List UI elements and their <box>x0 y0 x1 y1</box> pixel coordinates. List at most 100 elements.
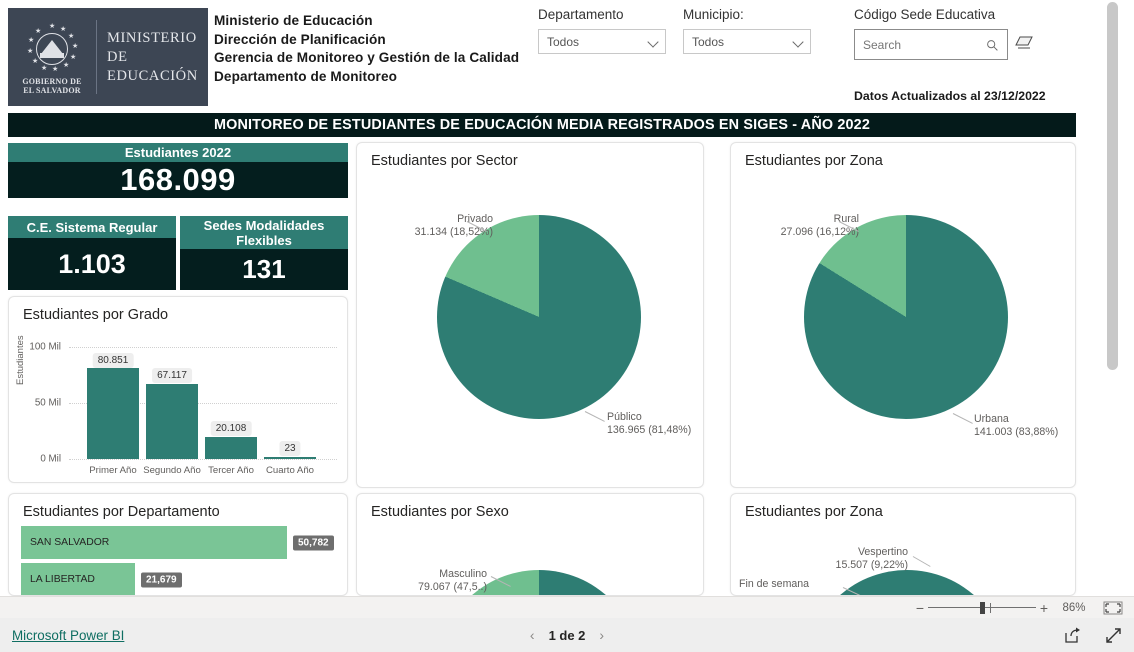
zona2-callout-vespertino-label: Vespertino <box>857 546 908 558</box>
visual-title-zona: Estudiantes por Zona <box>745 153 883 169</box>
slicer-municipio-dropdown[interactable]: Todos <box>683 29 811 54</box>
slicer-departamento-label: Departamento <box>538 7 624 22</box>
zona-callout-urbana-label: Urbana <box>974 413 1009 425</box>
grado-y-tick-0mil: 0 Mil <box>40 453 61 465</box>
visual-title-grado: Estudiantes por Grado <box>23 307 169 323</box>
grado-data-label-cuarto-ano: 23 <box>279 441 301 456</box>
zona-pie[interactable] <box>804 215 1008 419</box>
crest-inner <box>36 32 68 65</box>
sexo-callout-masculino-value: 79.067 (47,5..) <box>418 581 487 593</box>
canvas-vertical-scrollbar[interactable] <box>1107 2 1118 594</box>
kpi-value-ce-sistema-regular: 1.103 <box>58 248 126 279</box>
kpi-card-estudiantes-2022: Estudiantes 2022 168.099 <box>8 143 348 198</box>
departamento-bar-la-libertad[interactable]: LA LIBERTAD <box>21 563 135 595</box>
grado-bar-tercer-ano[interactable] <box>205 436 257 459</box>
sexo-callout-masculino: Masculino 79.067 (47,5..) <box>391 568 487 594</box>
visual-estudiantes-por-departamento[interactable]: Estudiantes por Departamento SAN SALVADO… <box>8 493 348 596</box>
report-title-text: MONITOREO DE ESTUDIANTES DE EDUCACIÓN ME… <box>214 117 870 133</box>
grado-bar-cuarto-ano[interactable] <box>264 457 316 459</box>
clear-filter-eraser-button[interactable] <box>1014 34 1034 52</box>
grado-bar-segundo-ano[interactable] <box>146 383 198 459</box>
zona2-leader-line <box>912 556 931 567</box>
header-title-line-3: Gerencia de Monitoreo y Gestión de la Ca… <box>214 50 520 66</box>
ministry-logo: ★ ★ ★ ★ ★ ★ ★ ★ ★ ★ ★ ★ GOBIERNO DE EL S… <box>8 8 208 106</box>
visual-estudiantes-por-sector[interactable]: Estudiantes por Sector Privado 31.134 (1… <box>356 142 704 488</box>
grado-plot-area: Estudiantes 100 Mil 50 Mil 0 Mil 80.851 … <box>9 323 347 482</box>
report-footer: Microsoft Power BI ‹ 1 de 2 › <box>0 618 1134 652</box>
share-icon <box>1065 627 1080 643</box>
sector-leader-line <box>584 411 605 422</box>
slicer-departamento-value: Todos <box>547 34 580 49</box>
logo-ministry-text: MINISTERIO DE EDUCACIÓN <box>97 29 208 86</box>
slicer-codigo-sede: Código Sede Educativa Search <box>854 7 1008 60</box>
grado-x-tick-tercer-ano: Tercer Año <box>208 465 254 476</box>
sector-pie[interactable] <box>437 215 641 419</box>
kpi-card-sedes-modalidades-flexibles: Sedes Modalidades Flexibles 131 <box>180 216 348 290</box>
departamento-bar-san-salvador[interactable]: SAN SALVADOR <box>21 526 287 559</box>
departamento-cat-san-salvador: SAN SALVADOR <box>30 537 110 548</box>
grado-gridline <box>69 459 337 460</box>
codigo-sede-search-input[interactable]: Search <box>854 29 1008 60</box>
visual-title-zona2: Estudiantes por Zona <box>745 504 883 520</box>
header-title-line-4: Departamento de Monitoreo <box>214 68 398 84</box>
grado-x-tick-primer-ano: Primer Año <box>89 465 137 476</box>
grado-y-tick-50mil: 50 Mil <box>34 397 61 409</box>
departamento-row-san-salvador[interactable]: SAN SALVADOR 50,782 <box>21 526 337 559</box>
visual-estudiantes-por-sexo[interactable]: Estudiantes por Sexo Masculino 79.067 (4… <box>356 493 704 596</box>
kpi-title-sedes-modalidades-flexibles: Sedes Modalidades Flexibles <box>180 216 348 249</box>
sector-callout-publico: Público 136.965 (81,48%) <box>607 411 691 437</box>
zona-callout-rural-value: 27.096 (16,12%) <box>780 226 859 238</box>
page-indicator-label: 1 de 2 <box>548 627 586 643</box>
zoom-out-button[interactable]: − <box>912 601 928 615</box>
visual-title-departamento: Estudiantes por Departamento <box>23 504 220 520</box>
zona2-callout-fin-de-semana-label: Fin de semana <box>739 578 810 590</box>
logo-gov-line-1: GOBIERNO DE <box>22 76 82 86</box>
grado-y-tick-100mil: 100 Mil <box>29 341 61 353</box>
grado-data-label-primer-ano: 80.851 <box>92 353 134 368</box>
zoom-slider-tick <box>990 602 991 613</box>
zona2-pie[interactable] <box>805 570 1009 595</box>
fit-to-page-icon <box>1103 601 1123 614</box>
logo-gov-line-2: EL SALVADOR <box>23 85 81 95</box>
zoom-in-button[interactable]: + <box>1036 601 1052 615</box>
crest-circle: ★ ★ ★ ★ ★ ★ ★ ★ ★ ★ ★ ★ <box>27 22 79 73</box>
grado-bar-primer-ano[interactable] <box>87 368 139 459</box>
page-navigation: ‹ 1 de 2 › <box>0 627 1134 643</box>
fullscreen-button[interactable] <box>1105 627 1122 644</box>
zona2-callout-fin-de-semana: Fin de semana <box>739 578 809 591</box>
slicer-municipio-value: Todos <box>692 34 725 49</box>
slicer-departamento-dropdown[interactable]: Todos <box>538 29 666 54</box>
header-title-block: Ministerio de Educación Dirección de Pla… <box>214 12 519 86</box>
zoom-slider-thumb[interactable] <box>980 601 985 614</box>
eraser-icon <box>1015 36 1033 49</box>
canvas-scrollbar-thumb[interactable] <box>1107 2 1118 370</box>
grado-gridline <box>69 347 337 348</box>
visual-estudiantes-por-zona[interactable]: Estudiantes por Zona Rural 27.096 (16,12… <box>730 142 1076 488</box>
zoom-slider[interactable] <box>928 601 1036 615</box>
grado-x-tick-cuarto-ano: Cuarto Año <box>265 465 314 476</box>
chevron-down-icon <box>792 36 804 48</box>
fullscreen-icon <box>1106 627 1121 643</box>
sector-callout-privado-value: 31.134 (18,52%) <box>414 226 493 238</box>
crest-triangle <box>41 39 63 54</box>
kpi-title-estudiantes-2022: Estudiantes 2022 <box>8 143 348 162</box>
previous-page-button[interactable]: ‹ <box>530 627 535 643</box>
departamento-row-la-libertad[interactable]: LA LIBERTAD 21,679 <box>21 563 337 595</box>
logo-ministry-line-1: MINISTERIO <box>107 29 197 46</box>
zona-callout-urbana-value: 141.003 (83,88%) <box>974 426 1059 438</box>
zona-callout-urbana: Urbana 141.003 (83,88%) <box>974 413 1058 439</box>
share-button[interactable] <box>1064 627 1081 644</box>
next-page-button[interactable]: › <box>599 627 604 643</box>
sexo-callout-masculino-label: Masculino <box>439 568 487 580</box>
report-canvas: ★ ★ ★ ★ ★ ★ ★ ★ ★ ★ ★ ★ GOBIERNO DE EL S… <box>0 0 1120 596</box>
visual-estudiantes-por-grado[interactable]: Estudiantes por Grado Estudiantes 100 Mi… <box>8 296 348 483</box>
report-header: ★ ★ ★ ★ ★ ★ ★ ★ ★ ★ ★ ★ GOBIERNO DE EL S… <box>0 0 1120 112</box>
fit-to-page-button[interactable] <box>1102 600 1124 616</box>
visual-estudiantes-por-zona-turno[interactable]: Estudiantes por Zona Vespertino 15.507 (… <box>730 493 1076 596</box>
zona2-callout-vespertino: Vespertino 15.507 (9,22%) <box>803 546 908 572</box>
slicer-municipio-label: Municipio: <box>683 7 744 22</box>
crest-band <box>40 52 64 58</box>
kpi-card-ce-sistema-regular: C.E. Sistema Regular 1.103 <box>8 216 176 290</box>
slicer-departamento: Departamento Todos <box>538 7 666 54</box>
zoom-status-bar: − + 86% <box>0 596 1134 618</box>
